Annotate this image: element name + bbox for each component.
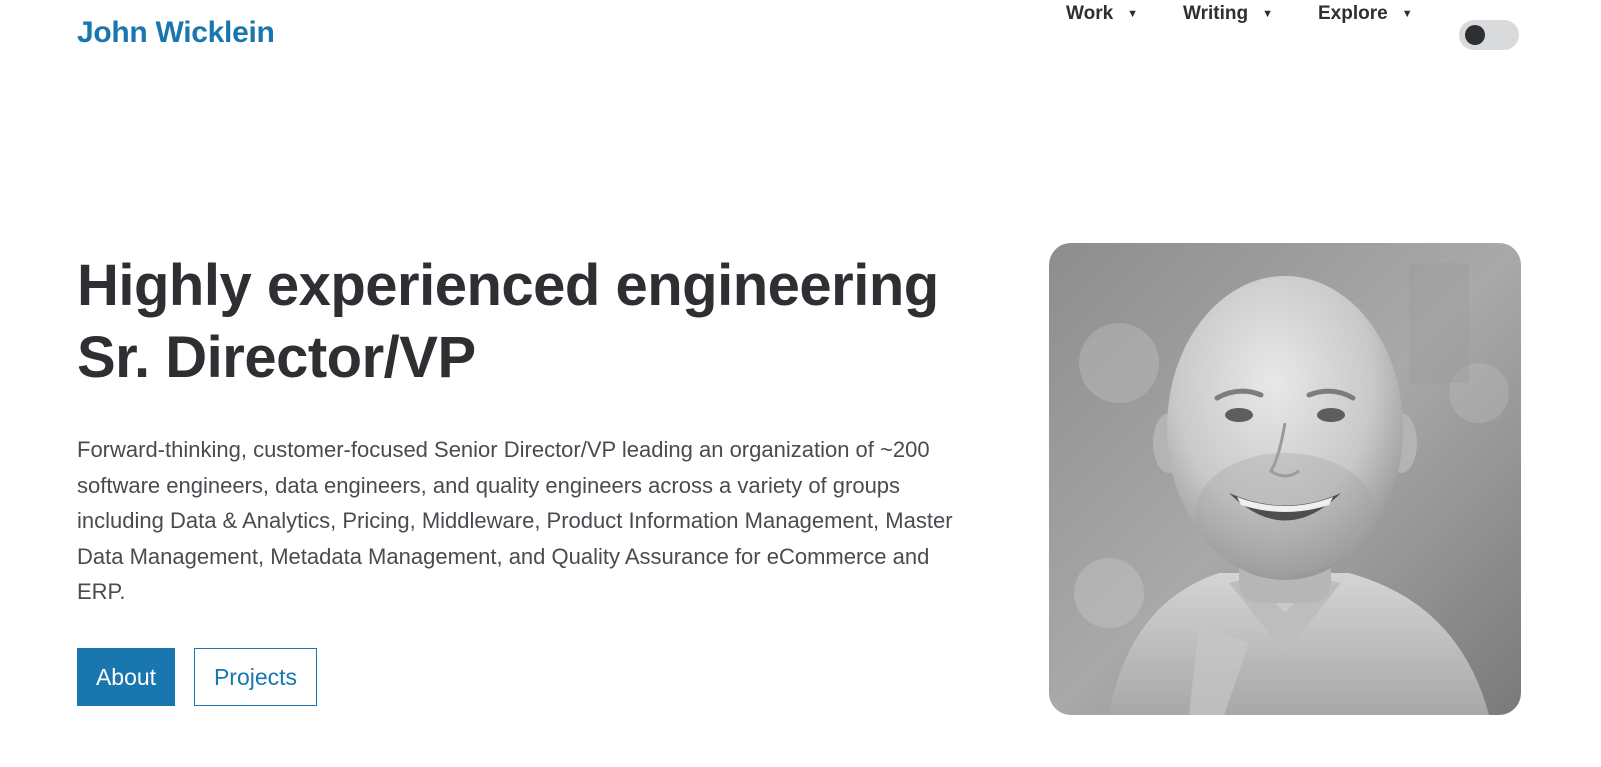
- theme-toggle[interactable]: [1459, 20, 1519, 50]
- caret-down-icon: ▼: [1401, 8, 1413, 20]
- about-button[interactable]: About: [77, 648, 175, 706]
- site-header: John Wicklein Work ▼ Writing ▼ Explore ▼: [0, 0, 1601, 70]
- toggle-knob: [1465, 25, 1485, 45]
- site-title-link[interactable]: John Wicklein: [77, 16, 275, 50]
- nav-item-label: Work: [1066, 3, 1114, 24]
- hero-title-line-2: Sr. Director/VP: [77, 325, 476, 390]
- nav-item-explore[interactable]: Explore ▼: [1318, 0, 1413, 28]
- hero-title: Highly experienced engineering Sr. Direc…: [77, 250, 977, 394]
- nav-item-label: Writing: [1183, 3, 1249, 24]
- caret-down-icon: ▼: [1262, 8, 1273, 20]
- hero-title-line-1: Highly experienced engineering: [77, 253, 939, 318]
- hero-description: Forward-thinking, customer-focused Senio…: [77, 437, 953, 604]
- nav-item-label: Explore: [1318, 3, 1388, 24]
- caret-down-icon: ▼: [1127, 8, 1139, 20]
- nav-item-work[interactable]: Work ▼: [1066, 0, 1138, 28]
- portrait-photo: [1049, 243, 1521, 715]
- projects-button[interactable]: Projects: [194, 648, 317, 706]
- nav-item-writing[interactable]: Writing ▼: [1183, 0, 1273, 28]
